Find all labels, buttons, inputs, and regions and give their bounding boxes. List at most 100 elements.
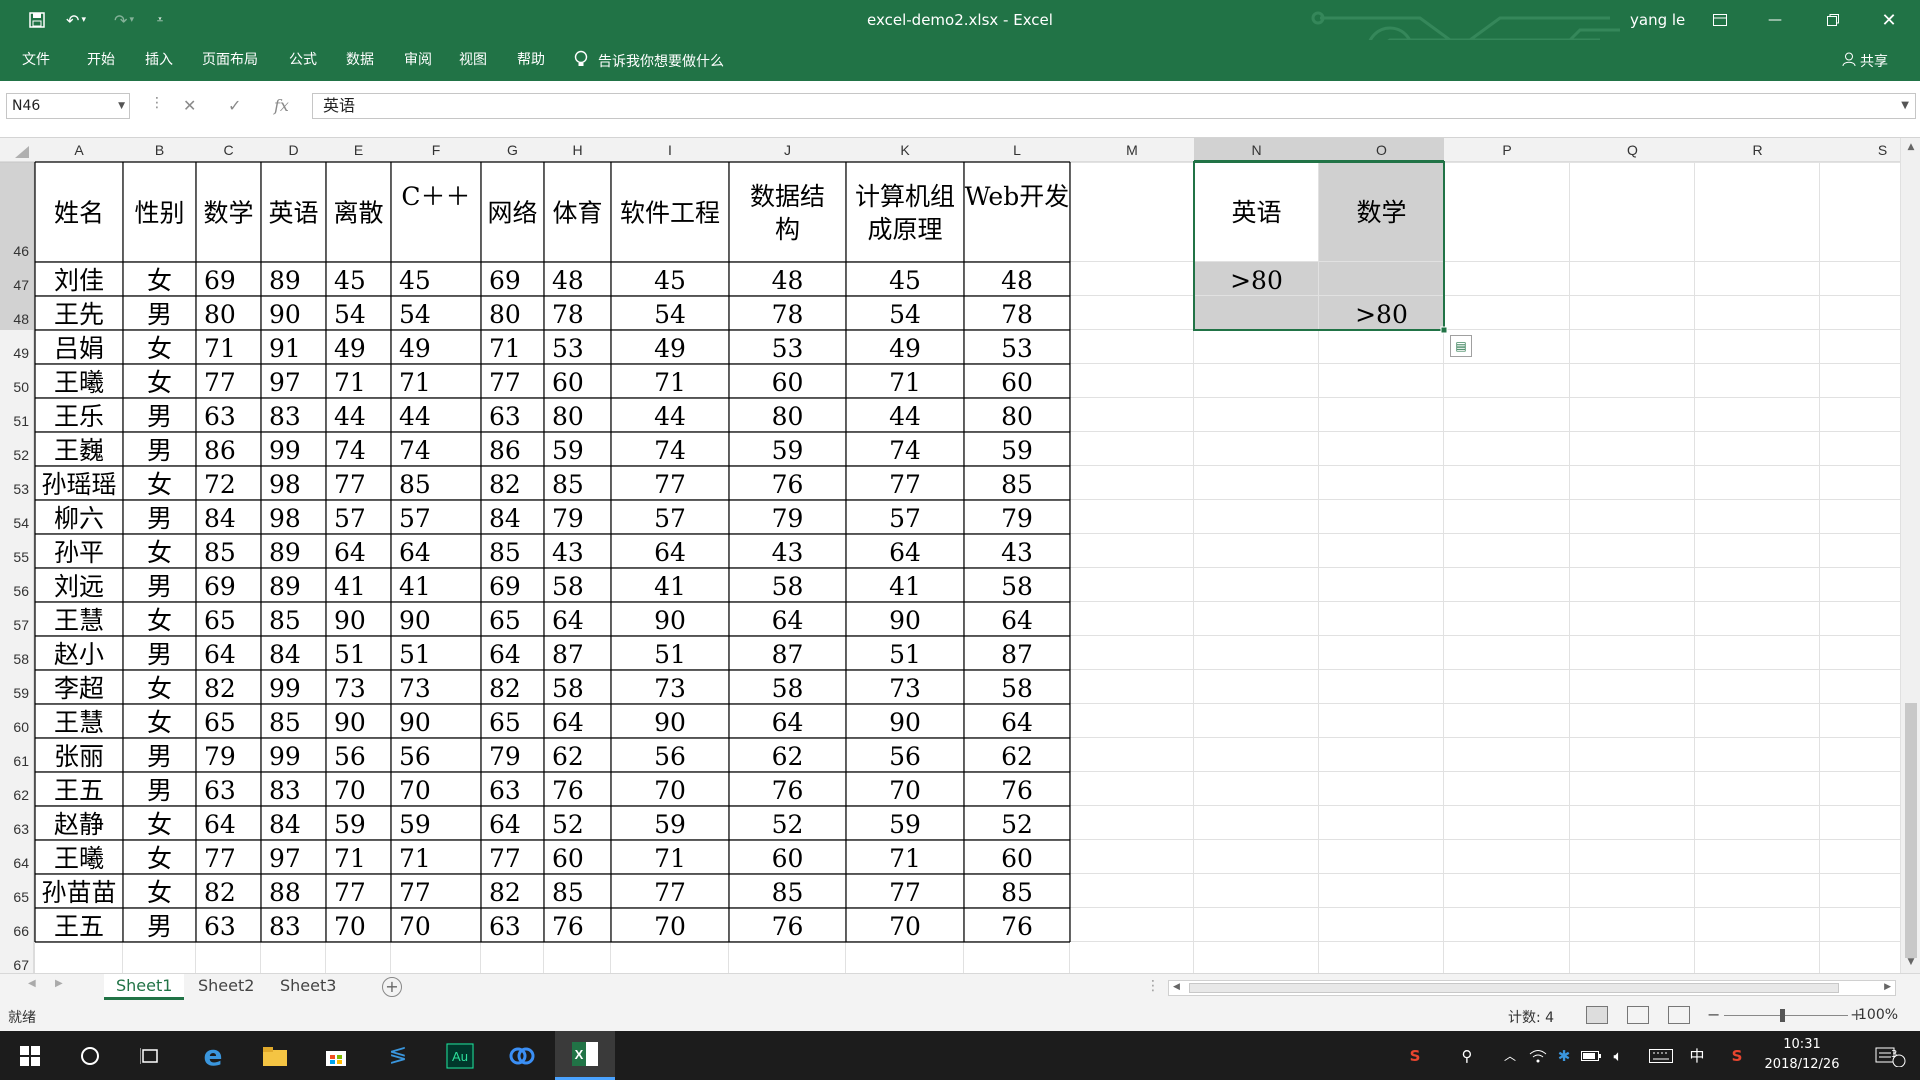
table-cell[interactable]: 64 xyxy=(1001,606,1033,635)
table-cell[interactable]: 63 xyxy=(489,776,521,805)
name-cell[interactable]: 王慧 xyxy=(54,708,104,737)
table-cell[interactable]: 51 xyxy=(889,640,921,669)
task-view-icon[interactable] xyxy=(120,1031,180,1080)
row-header-label[interactable]: 51 xyxy=(13,413,29,429)
row-header-label[interactable]: 46 xyxy=(13,243,29,259)
table-cell[interactable]: 53 xyxy=(552,334,584,363)
table-cell[interactable]: 59 xyxy=(1001,436,1033,465)
table-cell[interactable]: 85 xyxy=(552,878,584,907)
table-cell[interactable]: 64 xyxy=(1001,708,1033,737)
zoom-slider-knob[interactable] xyxy=(1780,1009,1785,1022)
menu-data[interactable]: 数据 xyxy=(346,40,374,81)
table-header-cell[interactable]: 离散 xyxy=(333,199,383,228)
table-cell[interactable]: 71 xyxy=(334,844,366,873)
insert-function-icon[interactable]: fx xyxy=(274,93,289,119)
table-cell[interactable]: 48 xyxy=(552,266,584,295)
table-cell[interactable]: 83 xyxy=(269,776,301,805)
tab-sheet2[interactable]: Sheet2 xyxy=(186,974,266,1000)
table-cell[interactable]: 45 xyxy=(399,266,431,295)
table-cell[interactable]: 71 xyxy=(204,334,236,363)
table-cell[interactable]: 90 xyxy=(889,606,921,635)
table-cell[interactable]: 84 xyxy=(489,504,521,533)
table-cell[interactable]: 77 xyxy=(334,470,366,499)
table-cell[interactable]: 女 xyxy=(147,266,172,295)
table-cell[interactable]: 63 xyxy=(489,402,521,431)
table-cell[interactable]: 51 xyxy=(334,640,366,669)
table-cell[interactable]: 56 xyxy=(399,742,431,771)
table-cell[interactable]: 45 xyxy=(334,266,366,295)
criteria-cell[interactable] xyxy=(1194,296,1319,330)
table-cell[interactable]: 85 xyxy=(399,470,431,499)
table-cell[interactable]: 99 xyxy=(269,742,301,771)
table-cell[interactable]: 71 xyxy=(889,368,921,397)
criteria-cell-value[interactable]: >80 xyxy=(1230,266,1283,295)
table-cell[interactable]: 女 xyxy=(147,878,172,907)
keyboard-icon[interactable] xyxy=(1646,1031,1676,1080)
store-icon[interactable] xyxy=(306,1031,366,1080)
name-cell[interactable]: 王曦 xyxy=(54,368,104,397)
table-cell[interactable]: 73 xyxy=(889,674,921,703)
table-cell[interactable]: 44 xyxy=(334,402,366,431)
tab-sheet3[interactable]: Sheet3 xyxy=(268,974,348,1000)
table-cell[interactable]: 女 xyxy=(147,538,172,567)
name-cell[interactable]: 吕娟 xyxy=(54,334,104,363)
zoom-slider[interactable] xyxy=(1724,1015,1848,1016)
normal-view-icon[interactable] xyxy=(1586,1006,1608,1024)
close-icon[interactable]: ✕ xyxy=(1866,0,1912,40)
table-cell[interactable]: 89 xyxy=(269,266,301,295)
table-cell[interactable]: 64 xyxy=(204,810,236,839)
excel-taskbar-icon[interactable]: X xyxy=(555,1031,615,1080)
undo-icon[interactable]: ↶ ▾ xyxy=(56,0,96,40)
row-header-label[interactable]: 53 xyxy=(13,481,29,497)
table-header-cell[interactable]: 性别 xyxy=(134,199,184,228)
table-cell[interactable]: 83 xyxy=(269,912,301,941)
table-cell[interactable]: 90 xyxy=(334,708,366,737)
table-cell[interactable]: 女 xyxy=(147,810,172,839)
table-header-cell[interactable]: 英语 xyxy=(268,199,318,228)
tell-me-box[interactable]: 告诉我你想要做什么 xyxy=(574,40,724,81)
row-header-label[interactable]: 55 xyxy=(13,549,29,565)
table-cell[interactable]: 54 xyxy=(399,300,431,329)
table-cell[interactable]: 85 xyxy=(269,606,301,635)
table-cell[interactable]: 71 xyxy=(654,844,686,873)
table-cell[interactable]: 76 xyxy=(552,912,584,941)
table-cell[interactable]: 男 xyxy=(147,402,172,431)
table-cell[interactable]: 48 xyxy=(1001,266,1033,295)
table-cell[interactable]: 72 xyxy=(204,470,236,499)
table-cell[interactable]: 77 xyxy=(489,368,521,397)
table-cell[interactable]: 56 xyxy=(334,742,366,771)
table-cell[interactable]: 73 xyxy=(334,674,366,703)
table-cell[interactable]: 80 xyxy=(1001,402,1033,431)
name-cell[interactable]: 王曦 xyxy=(54,844,104,873)
table-cell[interactable]: 64 xyxy=(489,810,521,839)
table-cell[interactable]: 62 xyxy=(772,742,804,771)
table-cell[interactable]: 79 xyxy=(489,742,521,771)
table-cell[interactable]: 90 xyxy=(399,606,431,635)
table-cell[interactable]: 54 xyxy=(654,300,686,329)
table-cell[interactable]: 59 xyxy=(654,810,686,839)
fill-handle[interactable] xyxy=(1440,326,1448,334)
baidu-netdisk-icon[interactable] xyxy=(492,1031,552,1080)
table-cell[interactable]: 99 xyxy=(269,436,301,465)
name-cell[interactable]: 王巍 xyxy=(54,436,104,465)
minimize-icon[interactable]: — xyxy=(1752,0,1798,40)
worksheet-grid[interactable]: A B C D E F G H I J K L M N O P Q R S 46 47 48 49 50 51 52 53 54 55 5… xyxy=(0,138,1900,973)
table-cell[interactable]: 69 xyxy=(489,572,521,601)
table-cell[interactable]: 女 xyxy=(147,674,172,703)
menu-page-layout[interactable]: 页面布局 xyxy=(202,40,258,81)
table-cell[interactable]: 60 xyxy=(552,844,584,873)
row-header-label[interactable]: 48 xyxy=(13,311,29,327)
table-cell[interactable]: 60 xyxy=(1001,368,1033,397)
table-cell[interactable]: 64 xyxy=(889,538,921,567)
menu-formulas[interactable]: 公式 xyxy=(289,40,317,81)
table-cell[interactable]: 88 xyxy=(269,878,301,907)
row-header-label[interactable]: 56 xyxy=(13,583,29,599)
name-cell[interactable]: 李超 xyxy=(54,674,104,703)
table-cell[interactable]: 76 xyxy=(772,470,804,499)
table-cell[interactable]: 65 xyxy=(489,606,521,635)
table-cell[interactable]: 97 xyxy=(269,844,301,873)
next-sheet-icon[interactable]: ▶ xyxy=(55,978,63,989)
table-cell[interactable]: 76 xyxy=(772,776,804,805)
table-cell[interactable]: 64 xyxy=(204,640,236,669)
name-box[interactable]: N46 ▼ xyxy=(6,93,130,119)
